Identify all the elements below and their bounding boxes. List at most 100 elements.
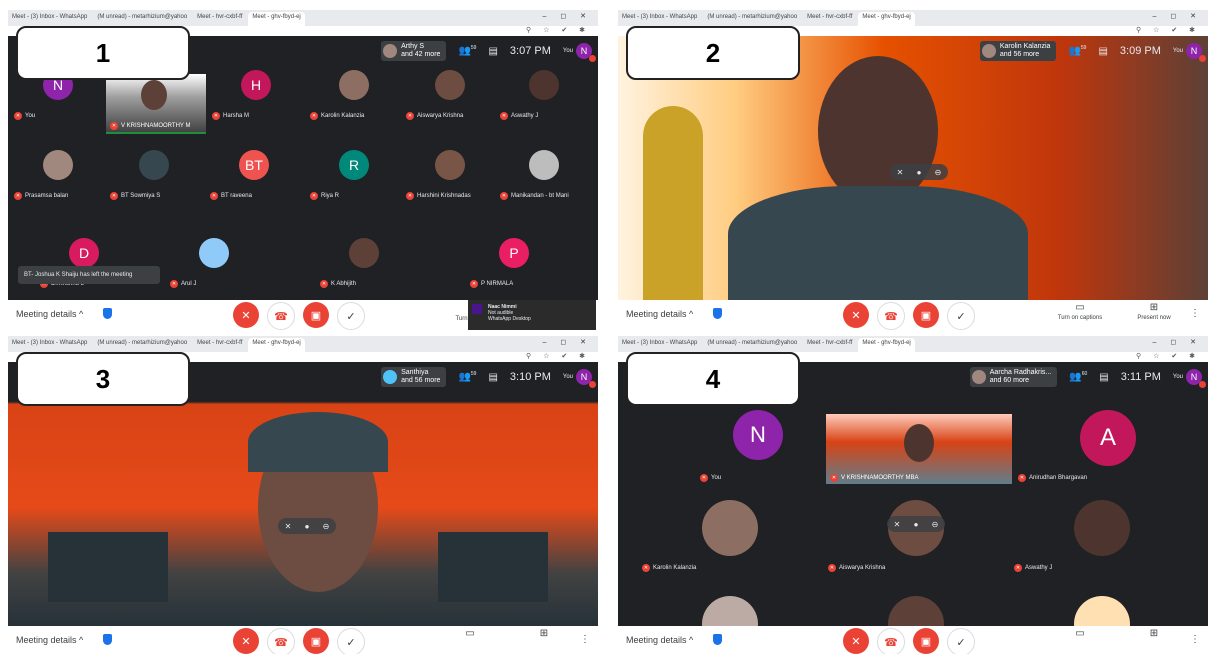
- browser-tab[interactable]: Meet - hvr-cxbf-ff: [193, 12, 246, 26]
- captions-button[interactable]: ▭ Turn on captions: [1050, 302, 1110, 321]
- browser-tab[interactable]: Meet - hvr-cxbf-ff: [193, 338, 246, 352]
- chat-icon[interactable]: ▤: [488, 46, 497, 57]
- browser-tab-active[interactable]: Meet - ghv-fbyd-ej: [248, 338, 305, 352]
- mic-toggle-button[interactable]: ✕: [233, 628, 259, 654]
- people-icon[interactable]: 👥60: [1069, 371, 1087, 382]
- tile-hover-controls[interactable]: ✕ ● ⊖: [890, 164, 948, 180]
- remove-icon[interactable]: ⊖: [932, 520, 939, 529]
- captions-button[interactable]: ▭: [1050, 628, 1110, 641]
- present-button[interactable]: ⊞: [1124, 628, 1184, 641]
- participant-tile[interactable]: A ✕ Anirudhan Bhargavan: [1018, 406, 1198, 486]
- participant-tile[interactable]: ✕ Karolin Kalanzia: [640, 496, 820, 576]
- pin-icon[interactable]: ✕: [897, 168, 904, 177]
- hangup-button[interactable]: ☎: [267, 628, 295, 654]
- browser-tab-active[interactable]: Meet - ghv-fbyd-ej: [858, 12, 915, 26]
- check-button[interactable]: ✓: [947, 302, 975, 330]
- browser-tab[interactable]: Meet - (3) Inbox - WhatsApp: [618, 338, 701, 352]
- meeting-details[interactable]: Meeting details ^: [16, 634, 113, 645]
- participant-tile[interactable]: ✕ Aswathy J: [498, 66, 590, 124]
- participant-tile[interactable]: ✕ Harshini Krishnadas: [404, 146, 496, 204]
- hangup-button[interactable]: ☎: [877, 302, 905, 330]
- check-button[interactable]: ✓: [337, 302, 365, 330]
- participant-tile[interactable]: ✕ Karolin Kalanzia: [308, 66, 400, 124]
- active-speaker-chip[interactable]: Karolin Kalanzia and 56 more: [979, 41, 1057, 61]
- browser-tab[interactable]: Meet - (3) Inbox - WhatsApp: [8, 12, 91, 26]
- captions-button[interactable]: ▭: [440, 628, 500, 641]
- chat-icon[interactable]: ▤: [1099, 372, 1108, 383]
- mic-icon[interactable]: ●: [917, 168, 922, 177]
- participant-video-tile[interactable]: ✕ V KRISHNAMOORTHY M: [106, 74, 206, 134]
- mic-icon[interactable]: ●: [305, 522, 310, 531]
- pin-icon[interactable]: ✕: [285, 522, 292, 531]
- participant-tile[interactable]: [826, 592, 1006, 626]
- shield-icon[interactable]: [103, 634, 113, 645]
- tile-hover-controls[interactable]: ✕ ● ⊖: [887, 516, 945, 532]
- shield-icon[interactable]: [713, 634, 723, 645]
- camera-toggle-button[interactable]: ▣: [303, 302, 329, 328]
- more-options-icon[interactable]: ⋮: [1190, 634, 1200, 645]
- participant-tile[interactable]: ✕ K Abhijith: [318, 234, 410, 292]
- camera-toggle-button[interactable]: ▣: [303, 628, 329, 654]
- meeting-details[interactable]: Meeting details ^: [626, 308, 723, 319]
- active-speaker-chip[interactable]: Aarcha Radhakris... and 60 more: [969, 367, 1058, 387]
- participant-tile[interactable]: [640, 592, 820, 626]
- browser-tab[interactable]: (M unread) - metarhizium@yahoo: [93, 338, 191, 352]
- mic-toggle-button[interactable]: ✕: [233, 302, 259, 328]
- self-view[interactable]: You N: [1173, 369, 1206, 388]
- chat-icon[interactable]: ▤: [488, 372, 497, 383]
- browser-tab-active[interactable]: Meet - ghv-fbyd-ej: [248, 12, 305, 26]
- remove-icon[interactable]: ⊖: [935, 168, 942, 177]
- more-options-icon[interactable]: ⋮: [580, 634, 590, 645]
- window-controls[interactable]: – ◻ ✕: [543, 12, 592, 20]
- participant-tile[interactable]: N ✕ You: [698, 406, 818, 486]
- participant-tile[interactable]: ✕ Manikandan - bt Mani: [498, 146, 590, 204]
- window-controls[interactable]: – ◻ ✕: [1153, 338, 1202, 346]
- self-view[interactable]: You N: [1173, 43, 1206, 62]
- participant-tile[interactable]: ✕ Arul J: [168, 234, 260, 292]
- toolbar-icons[interactable]: ⚲ ☆ ✔ ✱: [1136, 352, 1200, 360]
- browser-tab[interactable]: Meet - hvr-cxbf-ff: [803, 12, 856, 26]
- self-view[interactable]: You N: [563, 43, 596, 62]
- shield-icon[interactable]: [713, 308, 723, 319]
- present-button[interactable]: ⊞: [514, 628, 574, 641]
- meeting-details[interactable]: Meeting details ^: [626, 634, 723, 645]
- pin-icon[interactable]: ✕: [894, 520, 901, 529]
- participant-tile[interactable]: ✕ Aiswarya Krishna: [404, 66, 496, 124]
- browser-tab[interactable]: (M unread) - metarhizium@yahoo: [93, 12, 191, 26]
- window-controls[interactable]: – ◻ ✕: [543, 338, 592, 346]
- check-button[interactable]: ✓: [337, 628, 365, 654]
- chat-icon[interactable]: ▤: [1098, 46, 1107, 57]
- toolbar-icons[interactable]: ⚲ ☆ ✔ ✱: [526, 26, 590, 34]
- active-speaker-chip[interactable]: Arthy S and 42 more: [381, 41, 447, 61]
- check-button[interactable]: ✓: [947, 628, 975, 654]
- participant-tile[interactable]: P ✕ P NIRMALA: [468, 234, 560, 292]
- tile-hover-controls[interactable]: ✕ ● ⊖: [278, 518, 336, 534]
- meeting-details[interactable]: Meeting details ^: [16, 308, 113, 319]
- browser-tab[interactable]: (M unread) - metarhizium@yahoo: [703, 12, 801, 26]
- browser-tab[interactable]: (M unread) - metarhizium@yahoo: [703, 338, 801, 352]
- more-options-icon[interactable]: ⋮: [1190, 308, 1200, 319]
- participant-tile[interactable]: R ✕ Riya R: [308, 146, 400, 204]
- shield-icon[interactable]: [103, 308, 113, 319]
- people-icon[interactable]: 👥59: [458, 45, 476, 56]
- people-icon[interactable]: 👥59: [1068, 45, 1086, 56]
- whatsapp-notification[interactable]: Naac Nimmi Not audible WhatsApp Desktop: [468, 300, 596, 330]
- browser-tab[interactable]: Meet - (3) Inbox - WhatsApp: [8, 338, 91, 352]
- camera-toggle-button[interactable]: ▣: [913, 302, 939, 328]
- self-view[interactable]: You N: [563, 369, 596, 388]
- participant-tile[interactable]: ✕ ● ⊖ ✕ Aiswarya Krishna: [826, 496, 1006, 576]
- people-icon[interactable]: 👥59: [458, 371, 476, 382]
- browser-tab[interactable]: Meet - hvr-cxbf-ff: [803, 338, 856, 352]
- mic-toggle-button[interactable]: ✕: [843, 628, 869, 654]
- participant-tile[interactable]: ✕ Prasamsa balan: [12, 146, 104, 204]
- present-button[interactable]: ⊞ Present now: [1124, 302, 1184, 321]
- hangup-button[interactable]: ☎: [877, 628, 905, 654]
- hangup-button[interactable]: ☎: [267, 302, 295, 330]
- participant-tile[interactable]: BT ✕ BT raveena: [208, 146, 300, 204]
- camera-toggle-button[interactable]: ▣: [913, 628, 939, 654]
- participant-tile[interactable]: ✕ Aswathy J: [1012, 496, 1192, 576]
- toolbar-icons[interactable]: ⚲ ☆ ✔ ✱: [1136, 26, 1200, 34]
- participant-tile[interactable]: H ✕ Harsha M: [210, 66, 302, 124]
- active-speaker-chip[interactable]: Santhiya and 56 more: [381, 367, 447, 387]
- mic-icon[interactable]: ●: [914, 520, 919, 529]
